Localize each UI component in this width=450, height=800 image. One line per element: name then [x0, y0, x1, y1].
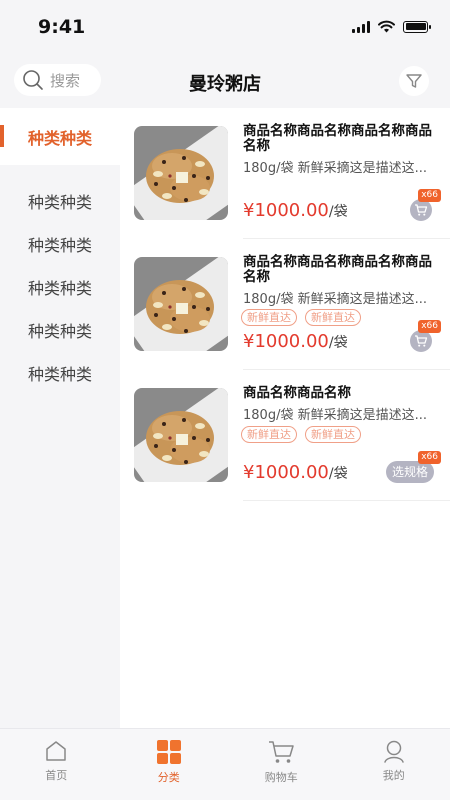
tab-label: 首页: [45, 769, 68, 782]
product-image[interactable]: [134, 388, 228, 482]
cart-count-badge: x66: [418, 320, 441, 333]
page-title: 曼玲粥店: [189, 74, 261, 95]
product-list: 商品名称商品名称商品名称商品名称 180g/袋 新鲜采摘这是描述这... ¥10…: [120, 108, 450, 728]
tab-cart[interactable]: 购物车: [225, 729, 338, 800]
price-line: ¥1000.00 /袋: [243, 331, 348, 352]
battery-icon: [403, 20, 431, 33]
product-description: 180g/袋 新鲜采摘这是描述这...: [243, 161, 427, 176]
product-name: 商品名称商品名称: [243, 385, 351, 401]
price-line: ¥1000.00 /袋: [243, 462, 348, 483]
tag-badge: 新鲜直达: [305, 309, 361, 326]
product-unit: /袋: [328, 335, 348, 351]
tab-bar: 首页 分类 购物车 我的: [0, 728, 450, 800]
product-name: 商品名称商品名称商品名称商品名称: [243, 254, 432, 285]
status-icons: [352, 20, 431, 33]
sidebar-item-category[interactable]: 种类种类: [0, 265, 120, 308]
product-image[interactable]: [134, 257, 228, 351]
tab-profile[interactable]: 我的: [338, 729, 450, 800]
cart-count-badge: x66: [418, 451, 441, 464]
home-icon: [46, 741, 66, 761]
tab-home[interactable]: 首页: [0, 729, 113, 800]
price-line: ¥1000.00 /袋: [243, 200, 348, 221]
filter-icon: [406, 74, 422, 88]
wifi-icon: [378, 20, 395, 33]
add-to-cart-button[interactable]: [410, 199, 432, 221]
product-description: 180g/袋 新鲜采摘这是描述这...: [243, 292, 427, 307]
sidebar-item-category[interactable]: 种类种类: [0, 308, 120, 351]
sidebar-item-category[interactable]: 种类种类: [0, 108, 120, 165]
product-price: ¥1000.00: [243, 200, 329, 221]
tag-badge: 新鲜直达: [241, 309, 297, 326]
product-unit: /袋: [328, 204, 348, 220]
category-icon: [156, 740, 181, 764]
nav-bar: 搜索 曼玲粥店: [0, 54, 450, 108]
cart-icon: [415, 204, 428, 216]
status-time: 9:41: [38, 16, 86, 38]
sidebar-item-category[interactable]: 种类种类: [0, 351, 120, 394]
signal-icon: [352, 20, 370, 33]
category-sidebar: 种类种类 种类种类 种类种类 种类种类 种类种类 种类种类: [0, 108, 120, 728]
tag-badge: 新鲜直达: [305, 426, 361, 443]
product-card[interactable]: 商品名称商品名称 180g/袋 新鲜采摘这是描述这... 新鲜直达 新鲜直达 ¥…: [120, 370, 450, 501]
product-name: 商品名称商品名称商品名称商品名称: [243, 123, 432, 154]
product-card[interactable]: 商品名称商品名称商品名称商品名称 180g/袋 新鲜采摘这是描述这... ¥10…: [120, 108, 450, 239]
tab-label: 购物车: [264, 771, 298, 784]
product-card[interactable]: 商品名称商品名称商品名称商品名称 180g/袋 新鲜采摘这是描述这... 新鲜直…: [120, 239, 450, 370]
filter-button[interactable]: [399, 66, 429, 96]
product-unit: /袋: [328, 466, 348, 482]
sidebar-item-category[interactable]: 种类种类: [0, 222, 120, 265]
divider: [243, 500, 450, 501]
select-spec-button[interactable]: 选规格: [385, 461, 434, 483]
cart-icon: [415, 335, 428, 347]
cart-icon: [269, 741, 294, 763]
sidebar-item-category[interactable]: 种类种类: [0, 179, 120, 222]
product-tags: 新鲜直达 新鲜直达: [241, 309, 361, 326]
tag-badge: 新鲜直达: [241, 426, 297, 443]
profile-icon: [384, 740, 404, 763]
cart-count-badge: x66: [418, 189, 441, 202]
tab-category[interactable]: 分类: [113, 729, 226, 800]
add-to-cart-button[interactable]: [410, 330, 432, 352]
tab-label: 我的: [382, 769, 405, 782]
product-price: ¥1000.00: [243, 331, 329, 352]
product-price: ¥1000.00: [243, 462, 329, 483]
tab-label: 分类: [157, 771, 180, 784]
status-bar: 9:41: [0, 0, 450, 54]
product-tags: 新鲜直达 新鲜直达: [241, 426, 361, 443]
product-image[interactable]: [134, 126, 228, 220]
product-description: 180g/袋 新鲜采摘这是描述这...: [243, 408, 427, 423]
